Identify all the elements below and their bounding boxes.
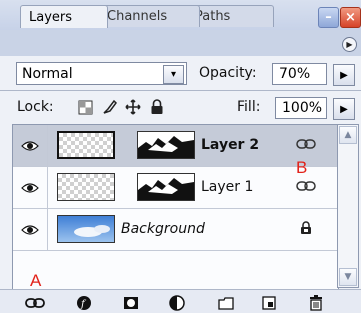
layer-row-background[interactable]: Background: [13, 209, 338, 251]
layer-mask-thumbnail[interactable]: [137, 131, 195, 159]
divider: [0, 90, 361, 91]
lock-all-icon[interactable]: [148, 98, 166, 116]
tab-strip: [0, 30, 361, 57]
new-layer-icon[interactable]: [258, 294, 280, 312]
scroll-down-button[interactable]: ▼: [339, 268, 357, 286]
new-group-icon[interactable]: [215, 294, 237, 312]
layer-name[interactable]: Layer 1: [201, 179, 253, 195]
link-icon: [296, 179, 316, 195]
fill-label: Fill:: [237, 99, 261, 115]
annotation-a: A: [30, 271, 42, 290]
blend-mode-value: Normal: [22, 65, 73, 82]
opacity-label: Opacity:: [199, 65, 257, 81]
minimize-button[interactable]: –: [318, 7, 339, 28]
scrollbar[interactable]: ▲ ▼: [337, 124, 359, 288]
layer-row-layer-2[interactable]: Layer 2: [13, 125, 338, 167]
fill-slider-button[interactable]: ▶: [333, 98, 355, 120]
layer-mask-icon[interactable]: [120, 294, 142, 312]
visibility-eye-icon[interactable]: [13, 125, 48, 166]
link-layers-icon[interactable]: [24, 294, 46, 312]
lock-label: Lock:: [17, 99, 54, 115]
panel-menu-button[interactable]: ▶: [342, 37, 357, 52]
layer-name[interactable]: Layer 2: [201, 137, 259, 153]
blend-mode-select[interactable]: Normal ▾: [16, 62, 187, 85]
opacity-field[interactable]: 70%: [272, 63, 327, 85]
annotation-b: B: [296, 158, 308, 177]
tab-layers[interactable]: Layers: [20, 5, 108, 28]
tab-channels[interactable]: Channels: [98, 5, 200, 27]
chevron-down-icon[interactable]: ▾: [163, 65, 184, 84]
layers-list: Layer 2 Layer 1 Background: [12, 124, 339, 290]
layer-row-layer-1[interactable]: Layer 1: [13, 167, 338, 209]
delete-layer-icon[interactable]: [305, 294, 327, 312]
fill-field[interactable]: 100%: [275, 97, 327, 119]
lock-transparent-pixels-icon[interactable]: [76, 98, 94, 116]
link-icon: [296, 137, 316, 153]
lock-image-pixels-icon[interactable]: [101, 98, 119, 116]
close-button[interactable]: ×: [340, 7, 361, 28]
layer-name[interactable]: Background: [121, 221, 205, 237]
layer-thumbnail[interactable]: [57, 131, 115, 159]
layer-mask-thumbnail[interactable]: [137, 173, 195, 201]
adjustment-layer-icon[interactable]: [166, 294, 188, 312]
scroll-up-button[interactable]: ▲: [339, 126, 357, 144]
lock-position-icon[interactable]: [124, 98, 142, 116]
visibility-eye-icon[interactable]: [13, 167, 48, 208]
lock-icon: [300, 221, 312, 239]
opacity-slider-button[interactable]: ▶: [333, 64, 355, 86]
layer-style-icon[interactable]: f: [74, 294, 96, 312]
visibility-eye-icon[interactable]: [13, 209, 48, 250]
layer-thumbnail[interactable]: [57, 215, 115, 243]
layer-thumbnail[interactable]: [57, 173, 115, 201]
